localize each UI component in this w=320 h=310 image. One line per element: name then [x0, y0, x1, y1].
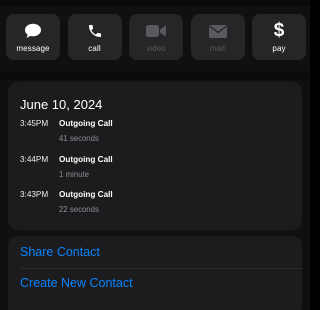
pay-label: pay [272, 44, 286, 53]
video-label: video [146, 44, 166, 53]
message-button[interactable]: message [6, 14, 60, 60]
pay-button[interactable]: $ pay [252, 14, 306, 60]
dollar-sign-icon: $ [273, 20, 285, 41]
contact-actions-card: Share Contact Create New Contact [8, 236, 302, 310]
call-duration: 41 seconds [59, 134, 99, 143]
video-button[interactable]: video [129, 14, 183, 60]
envelope-icon [208, 21, 227, 41]
call-history-card: June 10, 2024 3:45PM Outgoing Call 41 se… [8, 82, 302, 230]
mail-label: mail [209, 44, 226, 53]
call-duration: 1 minute [59, 170, 89, 179]
phone-icon [87, 21, 103, 41]
call-time: 3:44PM [20, 155, 49, 164]
call-button[interactable]: call [67, 14, 122, 60]
message-label: message [16, 44, 50, 53]
call-history-date: June 10, 2024 [20, 97, 103, 112]
mail-button[interactable]: mail [190, 14, 245, 60]
header-remnant [0, 0, 310, 6]
video-camera-icon [146, 21, 166, 41]
call-type: Outgoing Call [59, 190, 113, 199]
message-bubble-icon [24, 21, 42, 41]
call-type: Outgoing Call [59, 119, 113, 128]
link-divider [20, 268, 302, 269]
call-type: Outgoing Call [59, 155, 113, 164]
call-label: call [88, 44, 101, 53]
call-time: 3:43PM [20, 190, 49, 199]
contact-screen: message call video mail $ pay June 10, 2… [0, 0, 310, 310]
section-divider [0, 72, 310, 80]
create-new-contact-link[interactable]: Create New Contact [20, 276, 133, 290]
call-duration: 22 seconds [59, 205, 99, 214]
call-time: 3:45PM [20, 119, 49, 128]
action-buttons-row: message call video mail $ pay [6, 14, 306, 60]
share-contact-link[interactable]: Share Contact [20, 245, 100, 259]
